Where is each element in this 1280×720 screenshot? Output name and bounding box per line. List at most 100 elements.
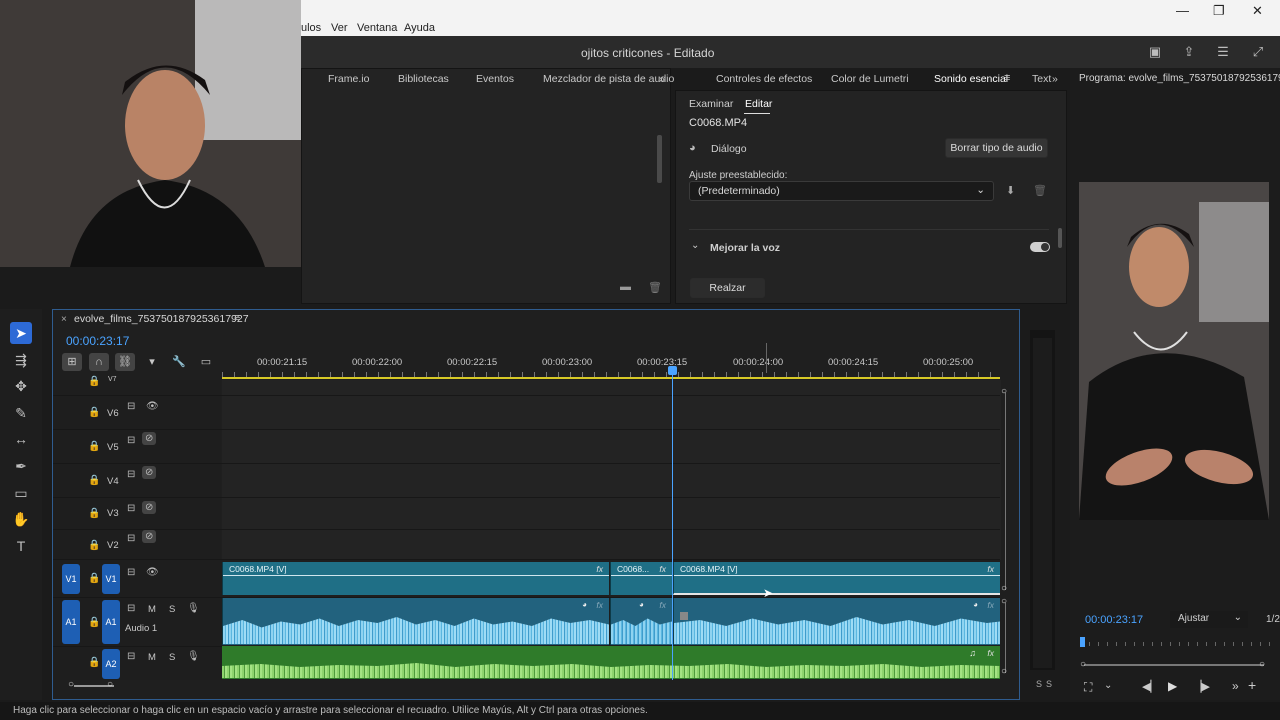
step-forward-icon[interactable]: ▕▶ — [1193, 680, 1210, 693]
rectangle-tool-icon[interactable]: ▭ — [10, 482, 32, 504]
panel-menu-icon[interactable]: ≡ — [1004, 72, 1010, 84]
playhead-line[interactable] — [672, 375, 673, 680]
tab-text[interactable]: Text — [1032, 73, 1051, 85]
menu-clip[interactable]: ulos — [301, 22, 321, 34]
eye-hidden-icon[interactable]: ⊘ — [142, 466, 157, 479]
folder-icon[interactable]: ▬ — [620, 281, 631, 293]
tab-bibliotecas[interactable]: Bibliotecas — [398, 73, 449, 85]
lock-icon[interactable]: 🔒 — [88, 540, 100, 551]
keyframe-marker[interactable] — [680, 612, 688, 620]
lock-icon[interactable]: 🔒 — [88, 407, 100, 418]
save-preset-icon[interactable]: ⬇ — [1006, 184, 1015, 197]
source-target-v1[interactable]: V1 — [62, 564, 80, 594]
sequence-tab[interactable]: evolve_films_7537501879253617927 — [74, 313, 249, 325]
fit-select[interactable]: Ajustar ⌄ — [1170, 611, 1248, 628]
tab-controles-efectos[interactable]: Controles de efectos — [716, 73, 812, 85]
lock-icon[interactable]: 🔒 — [88, 657, 100, 668]
program-timecode[interactable]: 00:00:23:17 — [1085, 614, 1143, 626]
step-back-icon[interactable]: ◀▏ — [1142, 680, 1159, 693]
scrollbar[interactable] — [1058, 228, 1062, 248]
menu-ver[interactable]: Ver — [331, 22, 348, 34]
scroll-handle-left[interactable]: ○ — [1080, 659, 1086, 670]
minimize-button[interactable]: — — [1176, 3, 1189, 18]
audio-clip[interactable]: ◕ fx — [610, 598, 672, 645]
subtab-editar[interactable]: Editar — [745, 98, 772, 110]
track-a1-label[interactable]: A1 — [102, 600, 120, 644]
eye-hidden-icon[interactable]: ⊘ — [142, 501, 157, 514]
hand-tool-icon[interactable]: ✋ — [10, 508, 32, 530]
microphone-icon[interactable]: 🎙 — [187, 651, 200, 662]
scroll-handle[interactable]: ○ — [68, 679, 74, 690]
enhance-button[interactable]: Realzar — [690, 278, 765, 298]
eye-hidden-icon[interactable]: ⊘ — [142, 432, 157, 445]
sequence-menu-icon[interactable]: ≡ — [234, 312, 240, 324]
selection-tool-icon[interactable]: ➤ — [10, 322, 32, 344]
playhead-handle[interactable] — [668, 366, 677, 375]
music-audio-clip[interactable]: ♫ fx — [222, 646, 1000, 679]
snap-magnet-icon[interactable]: ∩ — [89, 353, 109, 371]
play-icon[interactable]: ▶ — [1168, 679, 1177, 693]
tab-eventos[interactable]: Eventos — [476, 73, 514, 85]
safe-margins-icon[interactable]: ⛶ — [1084, 680, 1092, 695]
source-target-a1[interactable]: A1 — [62, 600, 80, 644]
meter-solo-left[interactable]: S — [1036, 679, 1042, 689]
sync-lock-icon[interactable]: ⊟ — [127, 567, 135, 578]
tab-mezclador[interactable]: Mezclador de pista de audio — [543, 73, 674, 85]
scroll-handle[interactable]: ○ — [107, 679, 113, 690]
track-a2-label[interactable]: A2 — [102, 649, 120, 679]
menu-ventana[interactable]: Ventana — [357, 22, 397, 34]
collapse-chevron-icon[interactable]: ⌄ — [691, 240, 699, 251]
eye-icon[interactable]: 👁 — [146, 401, 159, 412]
restore-button[interactable]: ❐ — [1213, 3, 1225, 19]
type-tool-icon[interactable]: T — [10, 535, 32, 557]
program-playhead[interactable] — [1080, 637, 1085, 647]
workspace-menu-icon[interactable]: ☰ — [1215, 44, 1231, 60]
sync-lock-icon[interactable]: ⊟ — [127, 603, 135, 614]
add-button-icon[interactable]: + — [1248, 677, 1256, 693]
close-window-button[interactable]: ✕ — [1252, 3, 1263, 19]
close-sequence-icon[interactable]: × — [61, 314, 67, 325]
scroll-handle-right[interactable]: ○ — [1259, 659, 1265, 670]
lock-icon[interactable]: 🔒 — [88, 573, 100, 584]
lock-icon[interactable]: 🔒 — [88, 617, 100, 628]
mute-button[interactable]: M — [148, 604, 156, 615]
vertical-scrollbar-audio[interactable] — [1005, 603, 1006, 673]
nest-icon[interactable]: ⊞ — [62, 353, 82, 371]
slip-tool-icon[interactable]: ↔ — [10, 428, 32, 450]
menu-ayuda[interactable]: Ayuda — [404, 22, 435, 34]
microphone-icon[interactable]: 🎙 — [187, 603, 200, 614]
vertical-scrollbar-video[interactable] — [1005, 393, 1006, 590]
quick-export-icon[interactable]: ▣ — [1147, 44, 1163, 60]
video-clip[interactable]: C0068... fx — [610, 562, 672, 595]
eye-icon[interactable]: 👁 — [146, 567, 159, 578]
linked-selection-icon[interactable]: ⛓ — [115, 353, 135, 371]
solo-button[interactable]: S — [169, 652, 175, 663]
clear-audio-type-button[interactable]: Borrar tipo de audio — [945, 138, 1048, 158]
sync-lock-icon[interactable]: ⊟ — [127, 533, 135, 544]
solo-button[interactable]: S — [169, 604, 175, 615]
tabs-overflow-right[interactable]: » — [1052, 73, 1058, 85]
sync-lock-icon[interactable]: ⊟ — [127, 469, 135, 480]
pen-tool-icon[interactable]: ✒ — [10, 455, 32, 477]
delete-preset-icon[interactable]: 🗑 — [1033, 184, 1047, 197]
audio-clip[interactable]: ◕ fx — [673, 598, 1000, 645]
fullscreen-icon[interactable]: ⤢ — [1250, 44, 1266, 60]
zoom-scrollbar[interactable] — [1084, 664, 1264, 666]
subtab-examinar[interactable]: Examinar — [689, 98, 733, 110]
add-marker-icon[interactable]: ▾ — [142, 353, 162, 371]
scroll-handle[interactable]: ○ — [1001, 596, 1007, 607]
captions-icon[interactable]: ▭ — [196, 353, 216, 371]
tabs-overflow-left[interactable]: » — [659, 73, 665, 85]
sync-lock-icon[interactable]: ⊟ — [127, 503, 135, 514]
more-controls-icon[interactable]: » — [1232, 679, 1239, 693]
video-clip[interactable]: C0068.MP4 [V] fx — [222, 562, 609, 595]
lock-icon[interactable]: 🔒 — [88, 475, 100, 486]
sync-lock-icon[interactable]: ⊟ — [127, 651, 135, 662]
timeline-timecode[interactable]: 00:00:23:17 — [66, 334, 129, 348]
mute-button[interactable]: M — [148, 652, 156, 663]
scroll-handle[interactable]: ○ — [1001, 666, 1007, 677]
preset-select[interactable]: (Predeterminado) ⌄ — [689, 181, 994, 201]
track-select-tool-icon[interactable]: ⇶ — [10, 349, 32, 371]
video-clip-selected[interactable]: C0068.MP4 [V] fx — [673, 562, 1000, 595]
lock-icon[interactable]: 🔒 — [88, 376, 100, 387]
